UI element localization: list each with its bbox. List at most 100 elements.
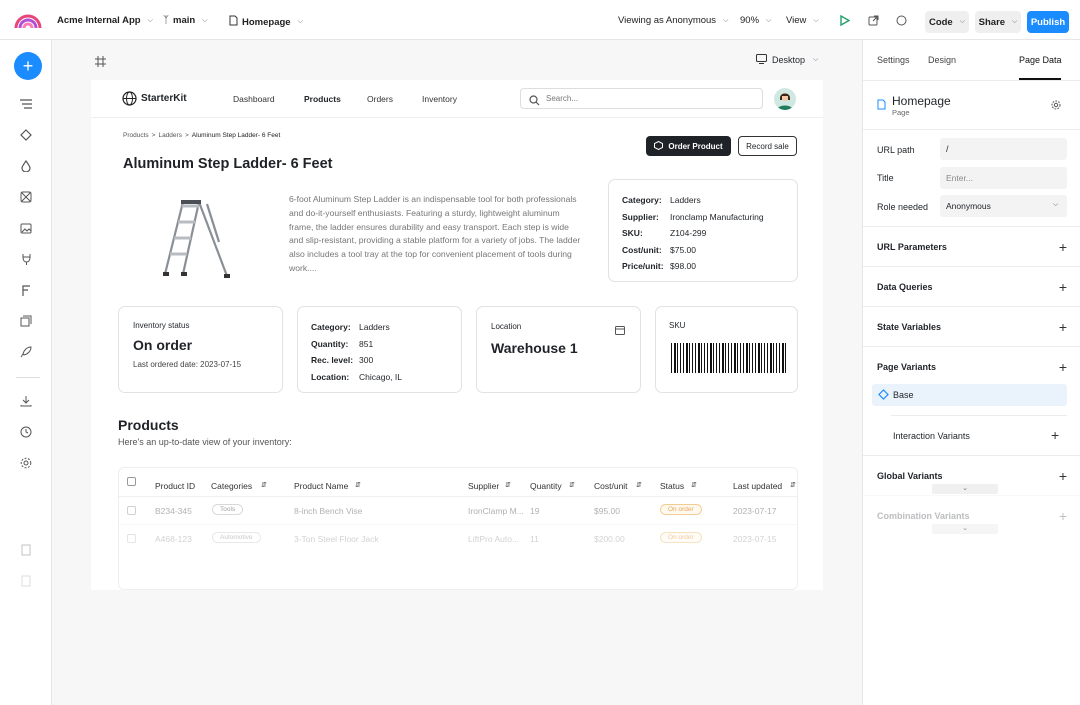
- history-icon[interactable]: [18, 424, 34, 440]
- column-header-categories[interactable]: Categories: [211, 481, 252, 491]
- download-icon[interactable]: [18, 393, 34, 409]
- add-button[interactable]: +: [14, 52, 42, 80]
- column-header-supplier[interactable]: Supplier: [468, 481, 499, 491]
- state-variables-section[interactable]: State Variables +: [863, 306, 1080, 346]
- avatar[interactable]: [774, 88, 796, 110]
- nav-orders[interactable]: Orders: [367, 94, 393, 104]
- search-box[interactable]: Search...: [520, 88, 763, 109]
- barcode: [671, 343, 788, 373]
- last-ordered-date: Last ordered date: 2023-07-15: [133, 360, 242, 369]
- row-checkbox[interactable]: [127, 534, 136, 543]
- plugin-icon[interactable]: [18, 251, 34, 267]
- column-header-product-name[interactable]: Product Name: [294, 481, 348, 491]
- chevron-down-icon: ⌵: [297, 18, 303, 25]
- role-select[interactable]: Anonymous ⌵: [940, 195, 1067, 217]
- add-icon[interactable]: +: [1059, 319, 1067, 335]
- row-checkbox[interactable]: [127, 506, 136, 515]
- rocket-icon[interactable]: [18, 344, 34, 360]
- tab-settings[interactable]: Settings: [877, 55, 910, 65]
- share-label: Share: [978, 16, 1006, 28]
- add-icon[interactable]: +: [1059, 279, 1067, 295]
- column-header-last-updated[interactable]: Last updated: [733, 481, 782, 491]
- tokens-icon[interactable]: [18, 158, 34, 174]
- external-link-icon[interactable]: [868, 15, 879, 29]
- app-switcher[interactable]: Acme Internal App ⌵: [57, 15, 153, 26]
- page-variants-section[interactable]: Page Variants +: [863, 346, 1080, 386]
- column-header-cost[interactable]: Cost/unit: [594, 481, 628, 491]
- search-icon: [529, 93, 540, 111]
- detail-key: Price/unit:: [622, 261, 664, 271]
- share-button[interactable]: Share ⌵: [975, 11, 1021, 33]
- breadcrumb-separator: >: [184, 132, 189, 139]
- order-product-button[interactable]: Order Product: [646, 136, 731, 156]
- brand-name[interactable]: StarterKit: [141, 93, 187, 104]
- category-pill: Tools: [212, 504, 244, 515]
- sort-icon[interactable]: ⇵: [790, 481, 796, 489]
- sort-icon[interactable]: ⇵: [691, 481, 697, 489]
- viewing-as-dropdown[interactable]: Viewing as Anonymous ⌵: [618, 15, 728, 26]
- frame-icon[interactable]: [95, 54, 106, 72]
- page-switcher[interactable]: Homepage ⌵: [229, 15, 303, 29]
- add-icon[interactable]: +: [1059, 239, 1067, 255]
- stock-row: Quantity: 851: [311, 336, 461, 353]
- tab-design[interactable]: Design: [928, 55, 956, 65]
- detail-value: Ironclamp Manufacturing: [670, 211, 764, 222]
- sort-icon[interactable]: ⇵: [636, 481, 642, 489]
- gear-icon[interactable]: [1051, 100, 1061, 112]
- sort-icon[interactable]: ⇵: [505, 481, 511, 489]
- device-dropdown[interactable]: Desktop ⌵: [756, 54, 818, 66]
- column-header-status[interactable]: Status: [660, 481, 684, 491]
- data-queries-section[interactable]: Data Queries +: [863, 266, 1080, 306]
- url-path-label: URL path: [877, 145, 915, 155]
- zoom-dropdown[interactable]: 90% ⌵: [740, 15, 771, 26]
- breadcrumb-products[interactable]: Products: [123, 132, 149, 139]
- publish-button[interactable]: Publish: [1027, 11, 1069, 33]
- breadcrumb-ladders[interactable]: Ladders: [158, 132, 182, 139]
- add-icon[interactable]: +: [1059, 508, 1067, 524]
- logo-icon[interactable]: [14, 12, 42, 30]
- settings-gear-icon[interactable]: [18, 455, 34, 471]
- sort-icon[interactable]: ⇵: [355, 481, 361, 489]
- help-icon[interactable]: [18, 573, 34, 589]
- table-row[interactable]: B234-345 Tools 8-inch Bench Vise IronCla…: [119, 496, 797, 524]
- sort-icon[interactable]: ⇵: [261, 481, 267, 489]
- interaction-variants-row[interactable]: Interaction Variants +: [891, 415, 1067, 455]
- url-path-input[interactable]: /: [940, 138, 1067, 160]
- docs-icon[interactable]: [18, 542, 34, 558]
- column-header-product-id[interactable]: Product ID: [155, 481, 195, 491]
- select-all-checkbox[interactable]: [127, 477, 136, 486]
- category-pill: Automotive: [212, 532, 261, 543]
- play-icon[interactable]: [840, 14, 851, 29]
- column-header-quantity[interactable]: Quantity: [530, 481, 562, 491]
- mixins-icon[interactable]: [18, 189, 34, 205]
- table-row[interactable]: A468-123 Automotive 3-Ton Steel Floor Ja…: [119, 524, 797, 552]
- view-dropdown[interactable]: View ⌵: [786, 15, 819, 26]
- fonts-icon[interactable]: [18, 282, 34, 298]
- chevron-down-icon: ⌵: [723, 16, 729, 24]
- app-name: Acme Internal App: [57, 15, 141, 26]
- stock-value: Chicago, IL: [359, 371, 402, 382]
- scroll-hint[interactable]: ⌄: [932, 524, 998, 534]
- nav-inventory[interactable]: Inventory: [422, 94, 457, 104]
- add-icon[interactable]: +: [1051, 427, 1059, 443]
- branch-switcher[interactable]: ᛉ main ⌵: [163, 15, 208, 26]
- add-icon[interactable]: +: [1059, 468, 1067, 484]
- pages-icon[interactable]: [18, 313, 34, 329]
- scroll-hint[interactable]: ⌄: [932, 484, 998, 494]
- panel-tabs: Settings Design Page Data: [863, 40, 1080, 80]
- detail-key: Category:: [622, 195, 662, 205]
- title-input[interactable]: Enter...: [940, 167, 1067, 189]
- nav-dashboard[interactable]: Dashboard: [233, 94, 275, 104]
- comment-icon[interactable]: [896, 15, 907, 29]
- code-button[interactable]: Code ⌵: [925, 11, 969, 33]
- variant-base[interactable]: Base: [872, 384, 1067, 406]
- record-sale-button[interactable]: Record sale: [738, 136, 797, 156]
- add-icon[interactable]: +: [1059, 359, 1067, 375]
- outline-icon[interactable]: [18, 96, 34, 112]
- sort-icon[interactable]: ⇵: [569, 481, 575, 489]
- tab-page-data[interactable]: Page Data: [1019, 55, 1062, 65]
- nav-products[interactable]: Products: [304, 94, 341, 104]
- image-icon[interactable]: [18, 220, 34, 236]
- components-icon[interactable]: [18, 127, 34, 143]
- url-parameters-section[interactable]: URL Parameters +: [863, 226, 1080, 266]
